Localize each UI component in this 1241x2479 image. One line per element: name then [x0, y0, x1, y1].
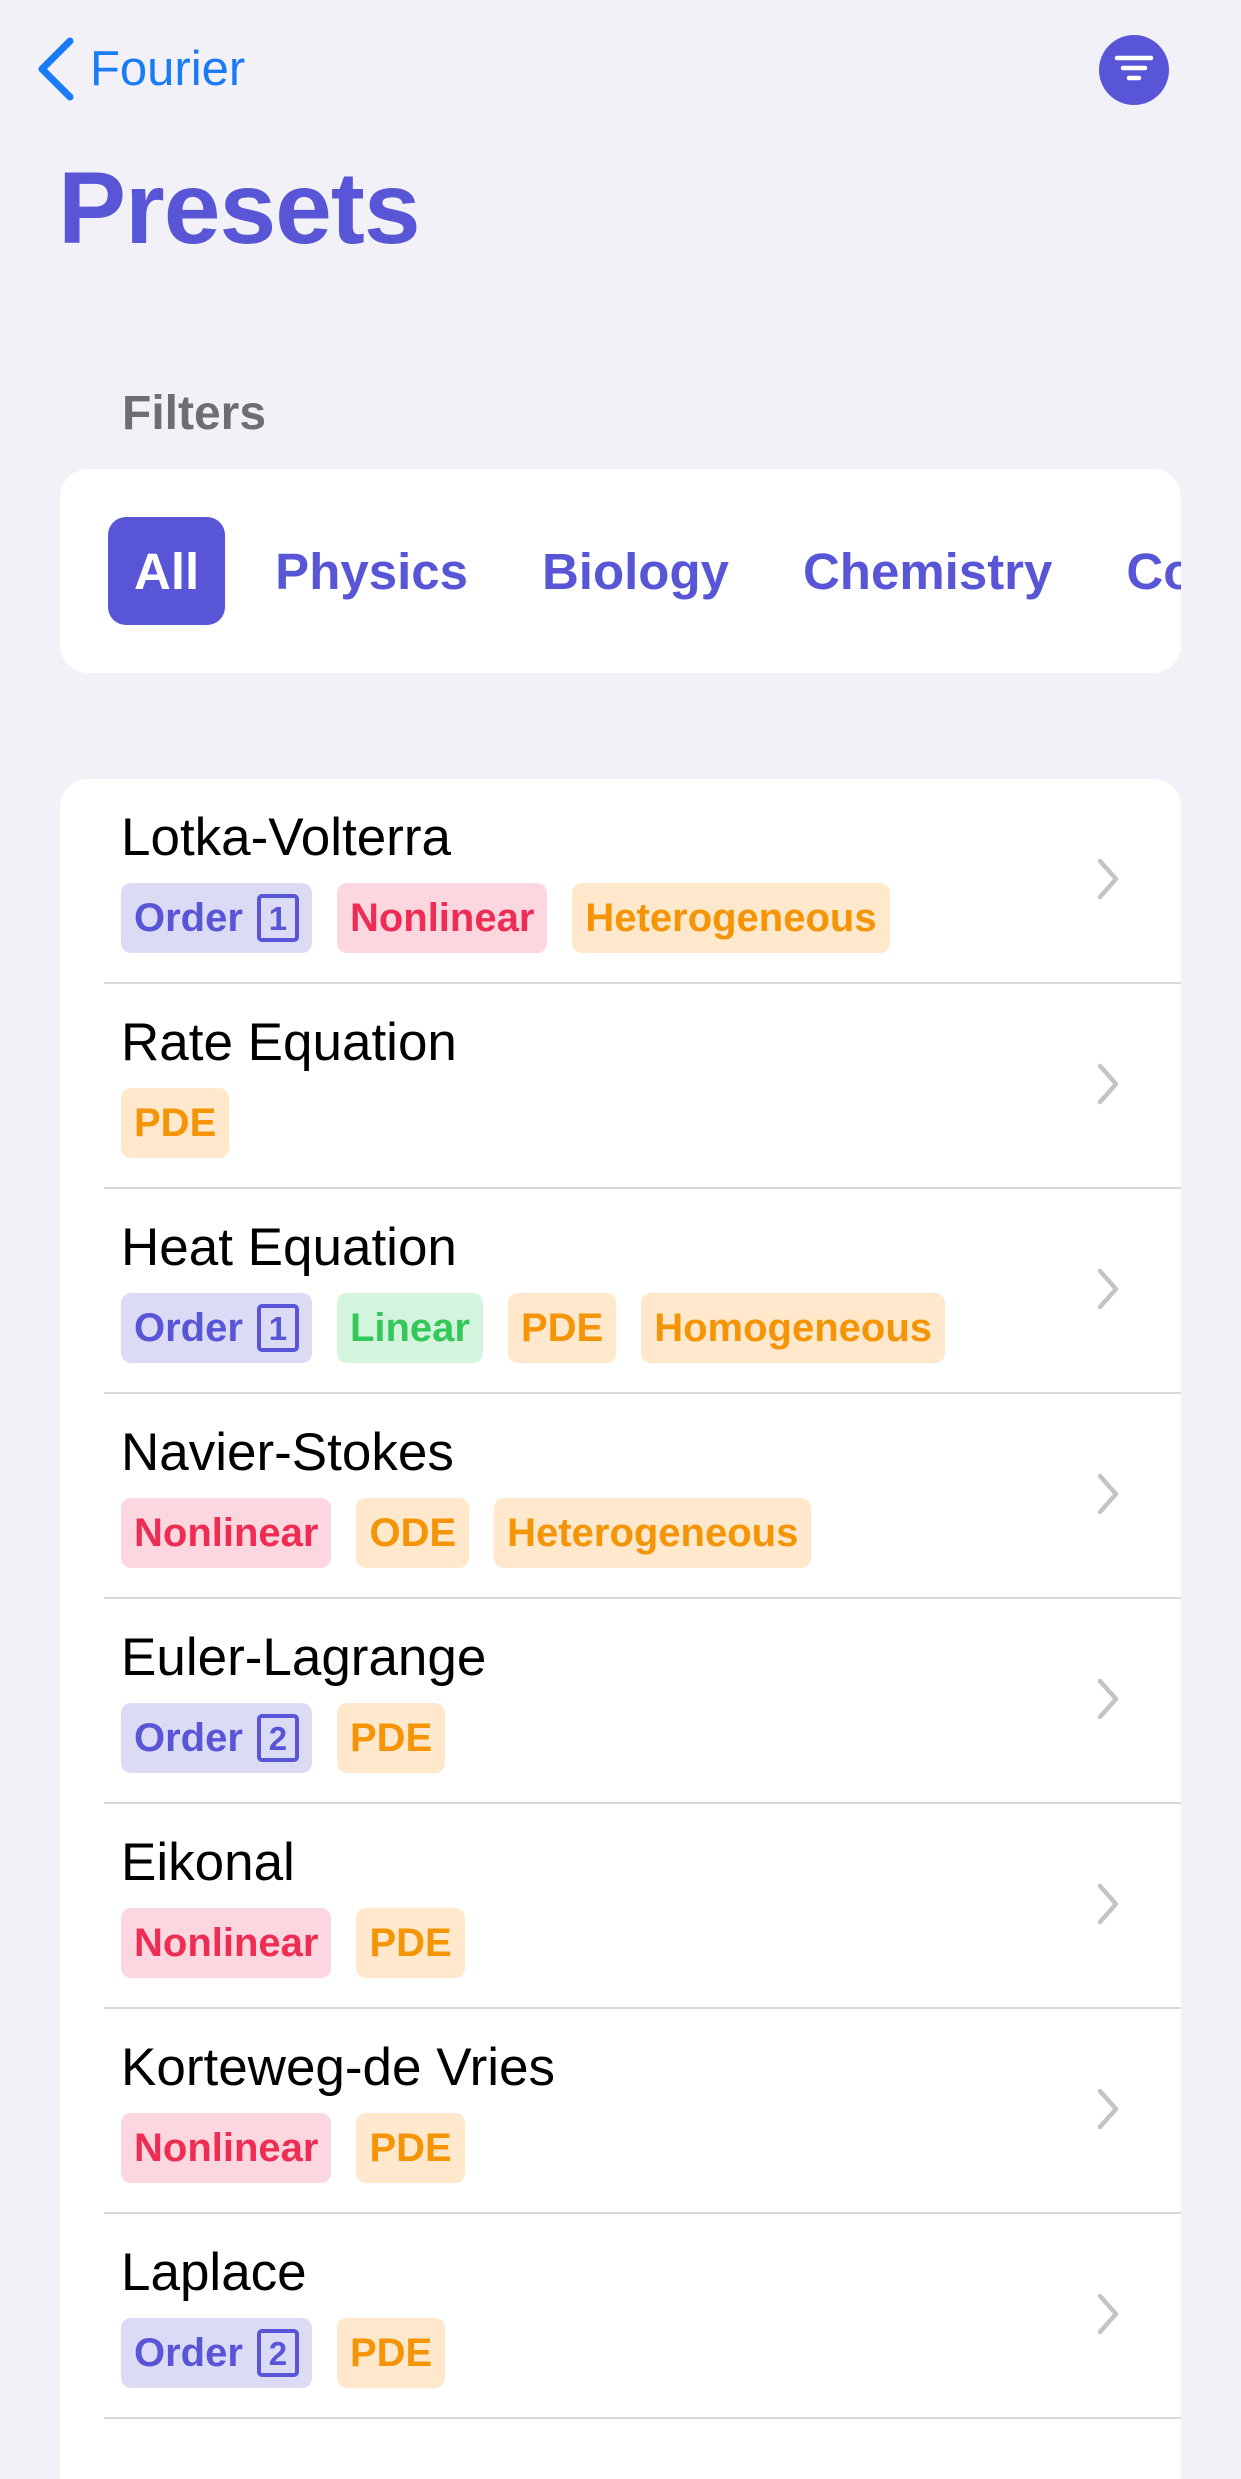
preset-title: Rate Equation — [121, 1013, 457, 1072]
preset-tags: Order 1 Linear PDE Homogeneous — [121, 1293, 970, 1363]
chevron-right-icon — [1096, 1677, 1120, 1721]
tag-orange: ODE — [356, 1498, 470, 1568]
tag-label: PDE — [134, 1100, 217, 1145]
preset-row[interactable]: Korteweg-de Vries Nonlinear PDE — [60, 2009, 1181, 2214]
tag-label: Heterogeneous — [585, 895, 877, 940]
preset-tags: Order 1 Nonlinear Heterogeneous — [121, 883, 915, 953]
preset-title: Heat Equation — [121, 1218, 457, 1277]
tag-label: Linear — [349, 1305, 470, 1350]
preset-row[interactable]: Rate Equation PDE — [60, 984, 1181, 1189]
tag-label: Order — [134, 1305, 243, 1350]
tag-label: Nonlinear — [349, 895, 535, 940]
order-value-badge: 2 — [256, 1714, 299, 1762]
chevron-right-icon — [1096, 1062, 1120, 1106]
filter-chip-biology[interactable]: Biology — [518, 517, 753, 625]
tag-orange: PDE — [356, 1908, 465, 1978]
filters-section-header: Filters — [122, 387, 267, 440]
preset-row[interactable]: Eikonal Nonlinear PDE — [60, 1804, 1181, 2009]
tag-label: PDE — [349, 2330, 433, 2375]
tag-label: Heterogeneous — [507, 1510, 799, 1555]
tag-nonlinear: Nonlinear — [121, 1908, 332, 1978]
tag-label: PDE — [369, 2125, 452, 2170]
preset-row[interactable]: Laplace Order 2 PDE — [60, 2214, 1181, 2419]
preset-row[interactable]: Euler-Lagrange Order 2 PDE — [60, 1599, 1181, 1804]
tag-orange: Heterogeneous — [572, 883, 890, 953]
page-title: Presets — [58, 151, 421, 265]
tag-order: Order 1 — [121, 1293, 312, 1363]
preset-tags: PDE — [121, 1088, 254, 1158]
tag-orange: Heterogeneous — [494, 1498, 812, 1568]
back-label: Fourier — [90, 42, 246, 96]
tag-orange: PDE — [356, 2113, 465, 2183]
preset-tags: Nonlinear PDE — [121, 2113, 490, 2183]
preset-row[interactable]: Heat Equation Order 1 Linear PDE Homogeneous — [60, 1189, 1181, 1394]
preset-tags: Nonlinear ODE Heterogeneous — [121, 1498, 836, 1568]
presets-list: Lotka-Volterra Order 1 Nonlinear Heterogeneo… — [60, 779, 1181, 2479]
chevron-right-icon — [1096, 1267, 1120, 1311]
tag-label: Order — [134, 2330, 243, 2375]
tag-label: Order — [134, 1715, 243, 1760]
filter-chip-physics[interactable]: Physics — [251, 517, 492, 625]
chevron-right-icon — [1096, 857, 1120, 901]
chevron-right-icon — [1096, 2087, 1120, 2131]
preset-title: Eikonal — [121, 1833, 295, 1892]
tag-orange: PDE — [507, 1293, 617, 1363]
preset-title: Lotka-Volterra — [121, 808, 451, 867]
filter-chip-all[interactable]: All — [108, 517, 226, 625]
filter-chip-con[interactable]: Con — [1102, 517, 1181, 625]
filter-chips-scroller[interactable]: AllPhysicsBiologyChemistry Con — [108, 517, 1181, 625]
tag-label: PDE — [349, 1715, 433, 1760]
tag-label: ODE — [369, 1510, 457, 1555]
preset-title: Korteweg-de Vries — [121, 2038, 556, 2097]
tag-label: PDE — [369, 1920, 452, 1965]
filter-chips-card[interactable]: AllPhysicsBiologyChemistry Con — [60, 469, 1181, 673]
preset-row[interactable]: Navier-Stokes Nonlinear ODE Heterogeneous — [60, 1394, 1181, 1599]
tag-linear: Linear — [336, 1293, 483, 1363]
filter-chip-chemistry[interactable]: Chemistry — [779, 517, 1076, 625]
tag-orange: PDE — [336, 1703, 446, 1773]
preset-row[interactable]: Lotka-Volterra Order 1 Nonlinear Heterogeneo… — [60, 779, 1181, 984]
navigation-bar: Fourier — [0, 0, 1241, 140]
tag-label: Nonlinear — [134, 2125, 319, 2170]
order-value-badge: 1 — [256, 1304, 299, 1352]
order-value-badge: 1 — [256, 894, 299, 942]
preset-tags: Order 2 PDE — [121, 2318, 470, 2388]
tag-orange: Homogeneous — [641, 1293, 946, 1363]
tag-nonlinear: Nonlinear — [121, 1498, 332, 1568]
tag-label: PDE — [520, 1305, 604, 1350]
chevron-right-icon — [1096, 1472, 1120, 1516]
preset-tags: Order 2 PDE — [121, 1703, 470, 1773]
back-button[interactable]: Fourier — [36, 36, 245, 102]
tag-label: Order — [134, 895, 243, 940]
tag-label: Nonlinear — [134, 1510, 319, 1555]
tag-order: Order 1 — [121, 883, 312, 953]
chevron-right-icon — [1096, 1882, 1120, 1926]
tag-order: Order 2 — [121, 2318, 312, 2388]
preset-title: Laplace — [121, 2243, 307, 2302]
chevron-left-icon — [36, 37, 74, 101]
order-value-badge: 2 — [256, 2329, 299, 2377]
preset-tags: Nonlinear PDE — [121, 1908, 490, 1978]
filter-menu-button[interactable] — [1099, 35, 1169, 105]
preset-title: Navier-Stokes — [121, 1423, 454, 1482]
tag-label: Homogeneous — [654, 1305, 933, 1350]
tag-label: Nonlinear — [134, 1920, 319, 1965]
tag-order: Order 2 — [121, 1703, 312, 1773]
tag-orange: PDE — [336, 2318, 446, 2388]
tag-nonlinear: Nonlinear — [121, 2113, 332, 2183]
filter-lines-icon — [1114, 53, 1154, 88]
preset-title: Euler-Lagrange — [121, 1628, 487, 1687]
row-divider — [104, 2417, 1181, 2419]
tag-nonlinear: Nonlinear — [336, 883, 548, 953]
tag-orange: PDE — [121, 1088, 230, 1158]
chevron-right-icon — [1096, 2292, 1120, 2336]
